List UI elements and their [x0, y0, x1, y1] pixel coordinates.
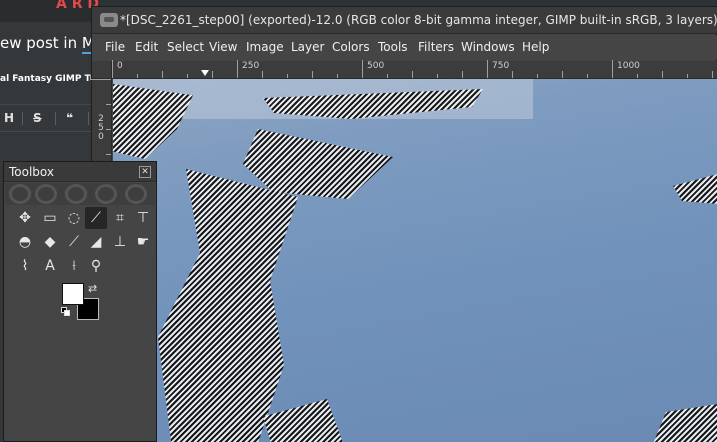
ruler-pointer-marker	[201, 70, 209, 76]
toolbox-title: Toolbox	[9, 165, 54, 179]
ruler-tick	[106, 104, 111, 105]
ruler-tick	[462, 71, 463, 78]
paintbrush-icon[interactable]: ⟋	[63, 231, 85, 253]
ruler-tick	[287, 74, 288, 78]
close-icon[interactable]: ✕	[139, 166, 151, 178]
ruler-tick	[562, 71, 563, 78]
toolbox-titlebar[interactable]: Toolbox ✕	[4, 162, 156, 182]
ruler-tick	[662, 71, 663, 78]
window-title: *[DSC_2261_step00] (exported)-12.0 (RGB …	[120, 13, 717, 27]
crop-tool-icon[interactable]: ⌗	[109, 207, 131, 229]
ruler-label-500: 500	[367, 61, 385, 71]
background-topbar: A R D	[0, 0, 100, 22]
selection-marquee	[673, 174, 717, 204]
menu-select[interactable]: Select	[167, 40, 204, 54]
background-subtitle: al Fantasy GIMP Tut	[0, 74, 101, 84]
ruler-tick	[687, 74, 688, 78]
rect-select-icon[interactable]: ▭	[39, 207, 61, 229]
vruler-label-text: 250	[98, 114, 104, 142]
foreground-color-swatch[interactable]	[62, 283, 84, 305]
menu-help[interactable]: Help	[522, 40, 549, 54]
selection-marquee	[158, 169, 298, 442]
ruler-tick	[212, 71, 213, 78]
selection-marquee	[653, 404, 717, 442]
ruler-tick	[362, 60, 363, 78]
ruler-tick	[637, 74, 638, 78]
menu-tools[interactable]: Tools	[378, 40, 408, 54]
menubar: File Edit Select View Image Layer Colors…	[92, 35, 717, 60]
ruler-label-750: 750	[492, 61, 510, 71]
ruler-tick	[137, 74, 138, 78]
ruler-tick	[106, 129, 111, 130]
image-canvas[interactable]	[113, 79, 717, 442]
menu-layer[interactable]: Layer	[291, 40, 324, 54]
ruler-tick	[112, 60, 113, 78]
transform-tool-icon[interactable]: ⊤	[132, 207, 154, 229]
ruler-tick	[512, 71, 513, 78]
color-picker-icon[interactable]: ⟊	[63, 255, 85, 277]
ruler-tick	[612, 60, 613, 78]
ruler-tick	[262, 71, 263, 78]
move-tool-icon[interactable]: ✥	[14, 207, 36, 229]
heading-button[interactable]: H	[4, 111, 14, 125]
ruler-tick	[487, 60, 488, 78]
horizontal-ruler[interactable]: 0 250 500 750 1000	[112, 60, 717, 79]
window-titlebar[interactable]: *[DSC_2261_step00] (exported)-12.0 (RGB …	[92, 7, 717, 34]
ruler-tick	[162, 71, 163, 78]
warp-tool-icon[interactable]: ◓	[14, 231, 36, 253]
fuzzy-select-icon[interactable]: ⟋	[85, 207, 107, 229]
ruler-tick	[587, 74, 588, 78]
wilber-drop-area[interactable]	[5, 183, 155, 205]
ruler-label-0: 0	[117, 61, 123, 71]
ruler-tick	[91, 79, 111, 80]
text-tool-icon[interactable]: A	[39, 255, 61, 277]
ruler-corner[interactable]	[92, 61, 112, 79]
gimp-image-window: *[DSC_2261_step00] (exported)-12.0 (RGB …	[91, 6, 717, 442]
quote-button[interactable]: ❝	[66, 111, 73, 125]
clone-tool-icon[interactable]: ⊥	[109, 231, 131, 253]
background-post-title: ew post in My	[0, 34, 104, 54]
smudge-tool-icon[interactable]: ☛	[132, 231, 154, 253]
zoom-tool-icon[interactable]: ⚲	[85, 255, 107, 277]
eraser-icon[interactable]: ◢	[85, 231, 107, 253]
ruler-tick	[237, 60, 238, 78]
background-title-text: ew post in	[0, 34, 82, 52]
menu-view[interactable]: View	[209, 40, 237, 54]
menu-edit[interactable]: Edit	[135, 40, 158, 54]
ruler-tick	[106, 154, 111, 155]
menu-image[interactable]: Image	[246, 40, 284, 54]
selection-marquee	[263, 399, 343, 442]
ruler-tick	[387, 74, 388, 78]
ruler-tick	[437, 74, 438, 78]
menu-windows[interactable]: Windows	[461, 40, 515, 54]
menu-file[interactable]: File	[105, 40, 125, 54]
ruler-label-1000: 1000	[617, 61, 640, 71]
swap-colors-icon[interactable]: ⇄	[88, 282, 97, 295]
selection-marquee	[243, 129, 393, 199]
ruler-tick	[187, 74, 188, 78]
background-format-toolbar: H S ❝	[0, 104, 100, 132]
menu-colors[interactable]: Colors	[332, 40, 370, 54]
vruler-label: 250	[97, 115, 105, 142]
ruler-tick	[712, 71, 713, 78]
ruler-label-250: 250	[242, 61, 260, 71]
ruler-tick	[337, 74, 338, 78]
desktop: A R D ew post in My al Fantasy GIMP Tut …	[0, 0, 717, 442]
gimp-app-icon	[100, 13, 118, 27]
bucket-fill-icon[interactable]: ◆	[39, 231, 61, 253]
ruler-tick	[537, 74, 538, 78]
free-select-icon[interactable]: ◌	[63, 207, 85, 229]
toolbox-panel: Toolbox ✕ ✥ ▭ ◌ ⟋ ⌗ ⊤ ◓ ◆ ⟋ ◢ ⊥ ☛ ⌇ A ⟊ ⚲ ⇄	[3, 161, 157, 442]
ruler-tick	[412, 71, 413, 78]
strikethrough-button[interactable]: S	[33, 111, 42, 125]
ruler-tick	[312, 71, 313, 78]
menu-filters[interactable]: Filters	[418, 40, 454, 54]
reset-colors-icon[interactable]	[61, 307, 71, 317]
selection-marquee	[113, 84, 193, 159]
paths-tool-icon[interactable]: ⌇	[14, 255, 36, 277]
